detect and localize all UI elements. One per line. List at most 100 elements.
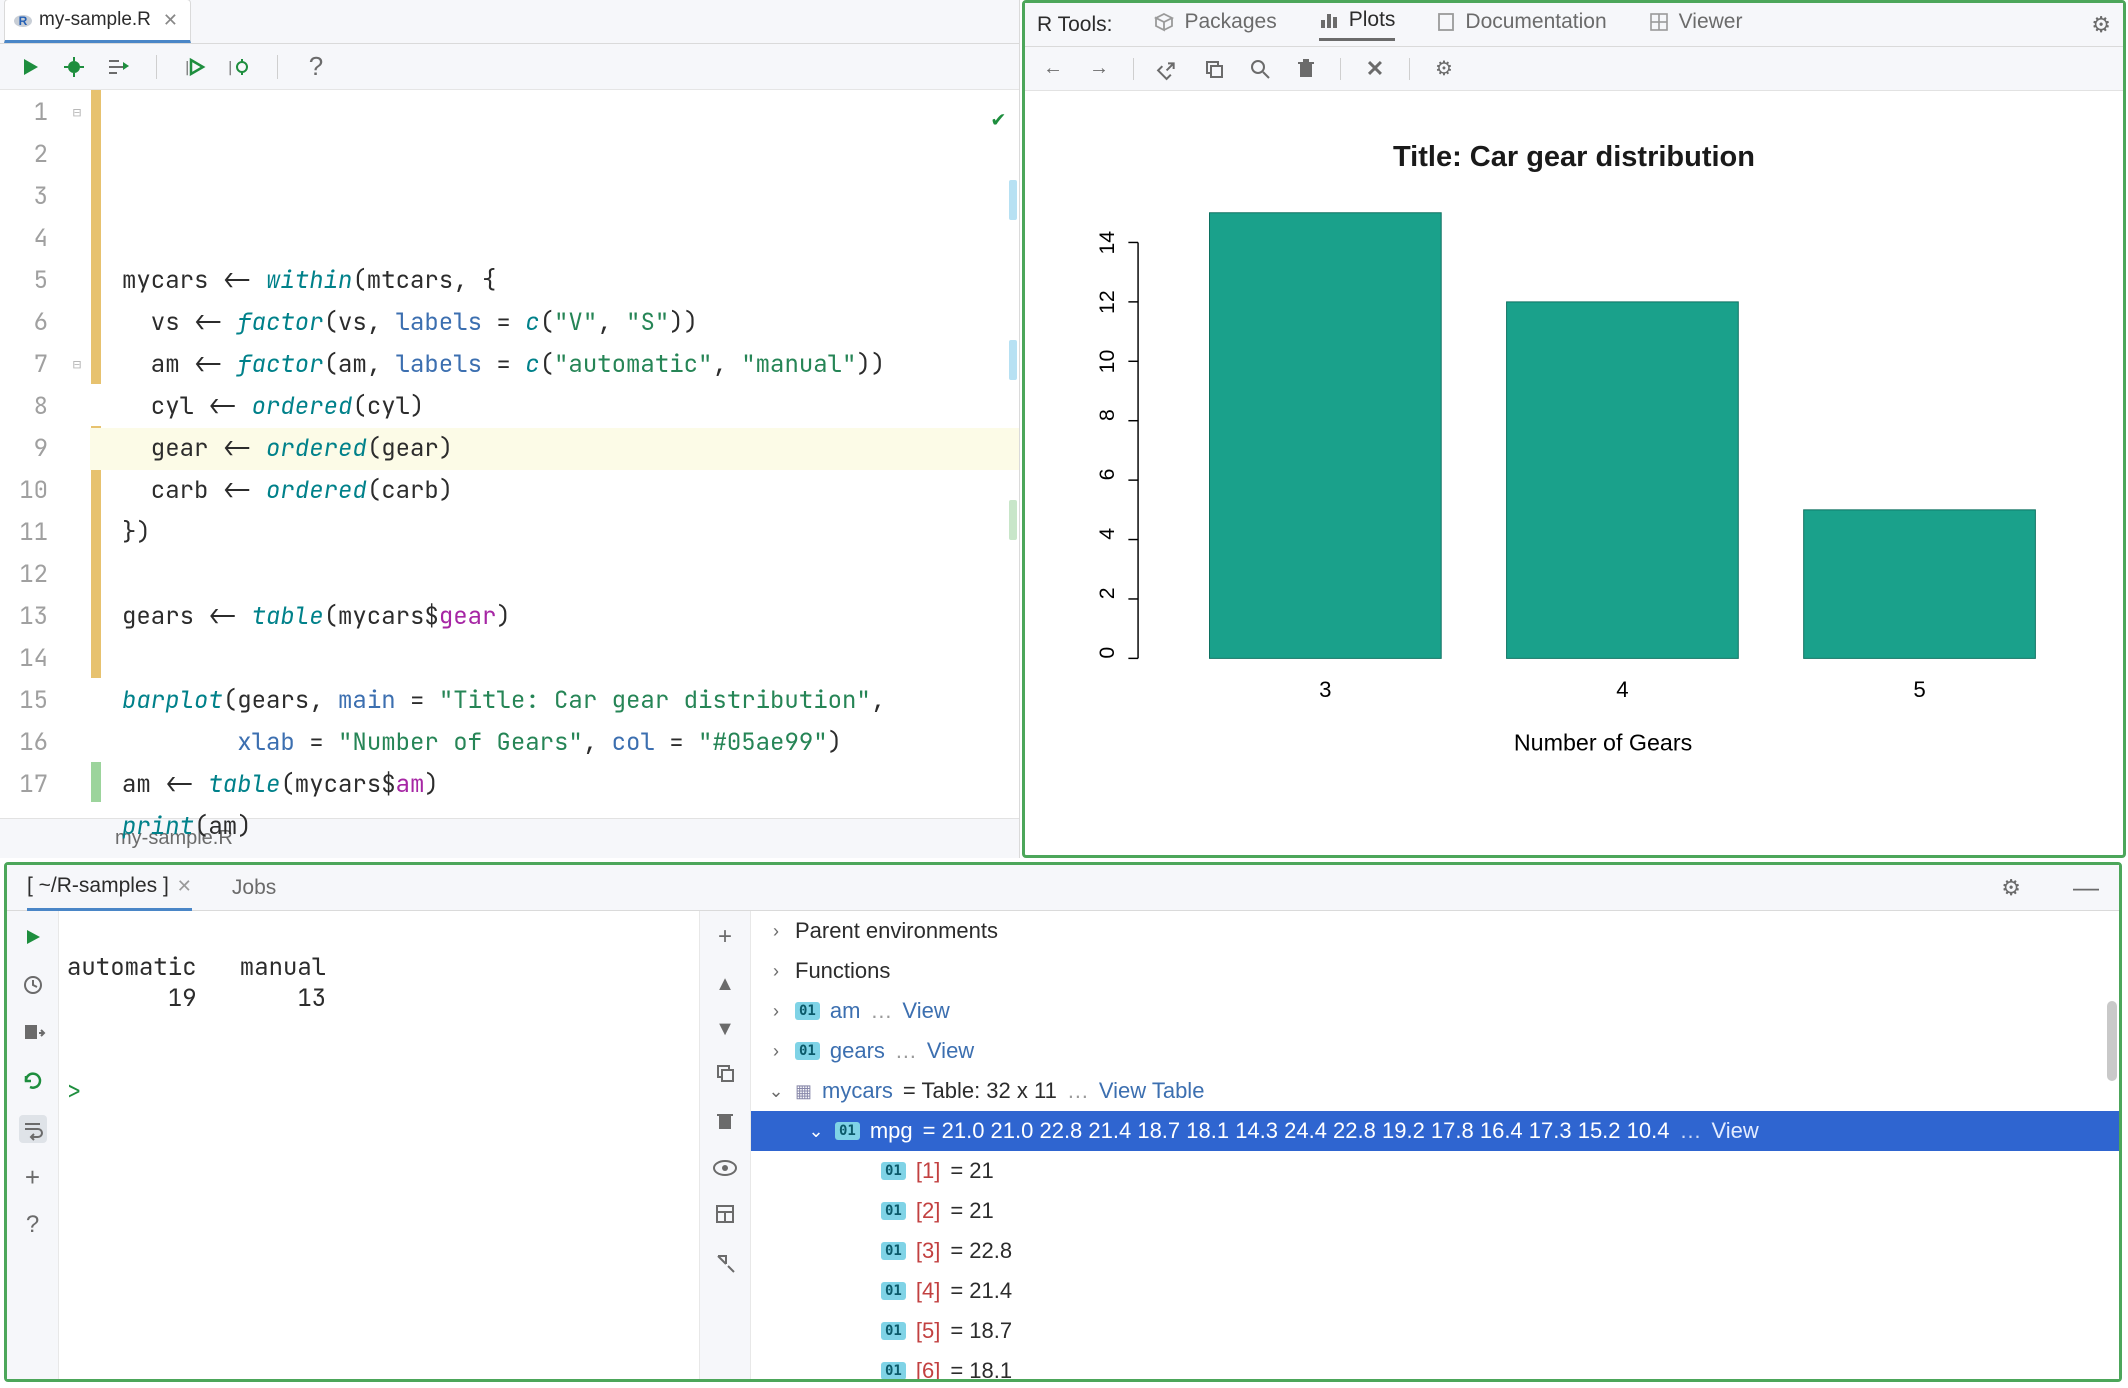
svg-text:2: 2 (1095, 587, 1119, 599)
env-mpg-item[interactable]: 01 [6] = 18.1 (751, 1351, 2119, 1379)
svg-text:Number of Gears: Number of Gears (1514, 729, 1692, 755)
bar-chart-icon (1319, 10, 1339, 30)
numeric-badge-icon: 01 (881, 1202, 906, 1220)
env-functions[interactable]: ›Functions (751, 951, 2119, 991)
add-icon[interactable]: + (718, 923, 732, 951)
import-icon[interactable] (19, 1019, 47, 1047)
file-tab[interactable]: R my-sample.R ✕ (4, 0, 191, 43)
copy-icon[interactable] (715, 1063, 735, 1089)
numeric-badge-icon: 01 (835, 1122, 860, 1140)
check-ok-icon: ✔ (992, 98, 1005, 140)
numeric-badge-icon: 01 (881, 1162, 906, 1180)
svg-text:6: 6 (1095, 469, 1119, 481)
file-tab-label: my-sample.R (39, 9, 151, 31)
calculator-icon[interactable] (715, 1204, 735, 1230)
tab-jobs[interactable]: Jobs (232, 865, 276, 911)
env-mpg-item[interactable]: 01 [2] = 21 (751, 1191, 2119, 1231)
tab-documentation[interactable]: Documentation (1437, 10, 1606, 40)
plot-area: Title: Car gear distribution 0 2 4 6 8 10 12 14… (1025, 97, 2123, 855)
gear-icon[interactable]: ⚙ (2001, 875, 2021, 901)
r-tools-label: R Tools: (1037, 13, 1112, 37)
export-icon[interactable] (1156, 57, 1180, 81)
add-icon[interactable]: + (19, 1163, 47, 1191)
r-file-icon: R (13, 10, 33, 30)
env-side-toolbar: + ▲ ▼ (699, 911, 751, 1379)
tab-packages[interactable]: Packages (1154, 10, 1276, 40)
numeric-badge-icon: 01 (795, 1042, 820, 1060)
svg-text:8: 8 (1095, 409, 1119, 421)
forward-icon[interactable]: → (1087, 57, 1111, 81)
env-mpg-item[interactable]: 01 [1] = 21 (751, 1151, 2119, 1191)
env-var-am[interactable]: ›01 am … View (751, 991, 2119, 1031)
run-selection-icon[interactable] (106, 55, 130, 79)
grid-icon (1649, 12, 1669, 32)
restart-icon[interactable] (19, 1067, 47, 1095)
scrollbar-handle[interactable] (2107, 1001, 2117, 1081)
history-icon[interactable] (19, 971, 47, 999)
gear-icon[interactable]: ⚙ (1432, 57, 1456, 81)
svg-text:4: 4 (1095, 528, 1119, 540)
zoom-icon[interactable] (1248, 57, 1272, 81)
trash-icon[interactable] (1294, 57, 1318, 81)
bottom-pane: [ ~/R-samples ] ✕ Jobs ⚙ — + ? automatic… (4, 862, 2122, 1382)
svg-text:R: R (19, 14, 28, 28)
up-icon[interactable]: ▲ (715, 973, 735, 996)
minimize-icon[interactable]: — (2073, 872, 2099, 903)
plot-title: Title: Car gear distribution (1025, 141, 2123, 174)
r-tools-tabbar: R Tools: Packages Plots Documentation Vi… (1025, 3, 2123, 47)
debug-current-icon[interactable]: | (227, 55, 251, 79)
tab-viewer[interactable]: Viewer (1649, 10, 1743, 40)
clear-icon[interactable]: ✕ (1363, 57, 1387, 81)
numeric-badge-icon: 01 (881, 1242, 906, 1260)
watch-icon[interactable] (713, 1159, 737, 1182)
numeric-badge-icon: 01 (795, 1002, 820, 1020)
help-icon[interactable]: ? (304, 55, 328, 79)
editor-tab-bar: R my-sample.R ✕ (0, 0, 1019, 44)
svg-text:5: 5 (1913, 677, 1925, 702)
numeric-badge-icon: 01 (881, 1362, 906, 1379)
bottom-tabbar: [ ~/R-samples ] ✕ Jobs ⚙ — (7, 865, 2119, 911)
environment-panel: ›Parent environments ›Functions ›01 am …… (751, 911, 2119, 1379)
svg-text:0: 0 (1095, 647, 1119, 659)
numeric-badge-icon: 01 (881, 1322, 906, 1340)
svg-text:12: 12 (1095, 290, 1119, 314)
tab-plots[interactable]: Plots (1319, 8, 1396, 41)
fold-column: ⊟⊟ (64, 90, 90, 818)
line-number-gutter: 1234567891011121314151617 (0, 90, 64, 818)
code-area[interactable]: 1234567891011121314151617 ⊟⊟ ✔ mycars <-… (0, 90, 1019, 818)
env-mpg-item[interactable]: 01 [5] = 18.7 (751, 1311, 2119, 1351)
env-var-gears[interactable]: ›01 gears … View (751, 1031, 2119, 1071)
table-icon: ▦ (795, 1081, 812, 1102)
help-icon[interactable]: ? (19, 1211, 47, 1239)
env-parent-environments[interactable]: ›Parent environments (751, 911, 2119, 951)
tab-console[interactable]: [ ~/R-samples ] ✕ (27, 865, 192, 911)
env-mpg-item[interactable]: 01 [3] = 22.8 (751, 1231, 2119, 1271)
r-tools-pane: R Tools: Packages Plots Documentation Vi… (1022, 0, 2126, 858)
back-icon[interactable]: ← (1041, 57, 1065, 81)
svg-text:4: 4 (1616, 677, 1628, 702)
close-icon[interactable]: ✕ (163, 10, 178, 31)
console-side-toolbar: + ? (7, 911, 59, 1379)
collapse-icon[interactable] (714, 1252, 736, 1280)
console-output[interactable]: automatic manual 19 13 > (59, 911, 699, 1379)
env-var-mycars[interactable]: ⌄▦ mycars = Table: 32 x 11 … View Table (751, 1071, 2119, 1111)
softwrap-icon[interactable] (19, 1115, 47, 1143)
close-icon[interactable]: ✕ (177, 876, 192, 897)
svg-text:10: 10 (1095, 350, 1119, 374)
env-mpg-item[interactable]: 01 [4] = 21.4 (751, 1271, 2119, 1311)
copy-icon[interactable] (1202, 57, 1226, 81)
run-icon[interactable] (18, 55, 42, 79)
run-current-icon[interactable]: | (183, 55, 207, 79)
env-var-mpg[interactable]: ⌄01 mpg = 21.0 21.0 22.8 21.4 18.7 18.1 … (751, 1111, 2119, 1151)
document-icon (1437, 12, 1455, 32)
plot-toolbar: ← → ✕ ⚙ (1025, 47, 2123, 91)
numeric-badge-icon: 01 (881, 1282, 906, 1300)
run-icon[interactable] (19, 923, 47, 951)
down-icon[interactable]: ▼ (715, 1018, 735, 1041)
trash-icon[interactable] (716, 1111, 734, 1137)
svg-text:14: 14 (1095, 231, 1119, 255)
package-icon (1154, 12, 1174, 32)
gear-icon[interactable]: ⚙ (2091, 12, 2111, 38)
svg-text:3: 3 (1319, 677, 1331, 702)
debug-icon[interactable] (62, 55, 86, 79)
